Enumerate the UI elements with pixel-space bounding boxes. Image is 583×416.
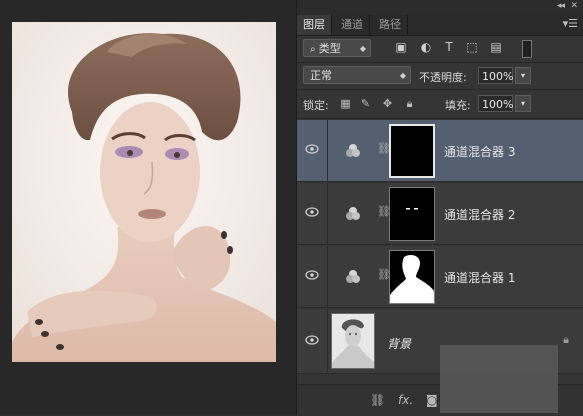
lock-position-icon[interactable]: ✥ [381,97,394,110]
adjustment-filter-icon[interactable]: ◐ [417,38,435,56]
portrait-thumbnail-image [332,319,374,368]
collapse-panel-icon[interactable]: ◂◂ [557,1,565,11]
opacity-dropdown-icon[interactable]: ▾ [515,67,531,84]
fill-input[interactable]: 100% [478,95,513,112]
image-filter-icon[interactable]: ▣ [392,38,410,56]
channel-mixer-icon [346,270,360,283]
channel-mixer-icon [346,207,360,220]
panel-header-bar: ◂◂ ✕ [297,0,583,15]
channel-mixer-icon [346,144,360,157]
panel-tabs: 图层 通道 路径 ▾☰ [297,15,583,36]
smart-object-filter-icon[interactable]: ▤ [487,38,505,56]
add-mask-icon[interactable]: ◙ [426,393,438,407]
filter-kind-select[interactable]: ⌕ 类型 ◆ [303,39,371,57]
lock-all-icon[interactable]: 🔒︎ [403,97,416,110]
opacity-input[interactable]: 100% [478,67,513,84]
eye-icon[interactable] [305,335,319,345]
portrait-photo [12,22,276,362]
mask-eye-marks [406,208,418,210]
portrait-image [12,22,276,362]
close-panel-icon[interactable]: ✕ [570,1,578,11]
tab-layers[interactable]: 图层 [297,15,332,35]
layer-name: 通道混合器 2 [444,208,516,222]
layer-mask-thumbnail[interactable] [389,187,435,241]
layer-name: 通道混合器 1 [444,271,516,285]
tab-channels[interactable]: 通道 [335,15,370,35]
type-filter-icon[interactable]: T [440,38,458,56]
lock-fill-row: 锁定: ▦ ✎ ✥ 🔒︎ 填充: 100% ▾ [297,90,583,119]
lock-icon: 🔒︎ [563,333,569,346]
layer-name: 通道混合器 3 [444,145,516,159]
search-icon: ⌕ [310,44,319,55]
link-layers-icon[interactable]: ⛓ [370,393,385,407]
eye-icon[interactable] [305,144,319,154]
blend-mode-value: 正常 [310,69,332,82]
chevron-updown-icon: ◆ [359,44,366,53]
background-thumbnail[interactable] [331,313,375,369]
layer-row-channel-mixer-3[interactable]: ⛓ 通道混合器 3 [297,120,583,182]
eye-icon[interactable] [305,270,319,280]
chevron-updown-icon: ◆ [399,71,406,80]
shape-filter-icon[interactable]: ⬚ [463,38,481,56]
tab-paths[interactable]: 路径 [373,15,408,35]
fill-label: 填充: [445,99,471,112]
blend-opacity-row: 正常 ◆ 不透明度: 100% ▾ [297,63,583,90]
layer-name: 背景 [387,337,412,351]
panel-menu-icon[interactable]: ▾☰ [563,17,578,30]
opacity-label: 不透明度: [419,71,467,84]
lock-transparent-icon[interactable]: ▦ [339,97,352,110]
lock-image-icon[interactable]: ✎ [359,97,372,110]
layer-row-channel-mixer-1[interactable]: ⛓ 通道混合器 1 [297,246,583,308]
mask-silhouette [390,255,434,303]
lock-label: 锁定: [303,99,329,112]
filter-kind-label: 类型 [318,42,341,55]
layer-row-channel-mixer-2[interactable]: ⛓ 通道混合器 2 [297,183,583,245]
layer-filter-row: ⌕ 类型 ◆ ▣ ◐ T ⬚ ▤ [297,36,583,63]
document-canvas[interactable] [0,0,296,415]
layer-mask-thumbnail[interactable] [389,124,435,178]
overlay-block [440,345,558,413]
fx-icon[interactable]: fx. [398,393,413,407]
blend-mode-select[interactable]: 正常 ◆ [303,66,411,84]
filter-toggle-icon[interactable] [522,40,532,58]
fill-dropdown-icon[interactable]: ▾ [515,95,531,112]
layer-mask-thumbnail[interactable] [389,250,435,304]
eye-icon[interactable] [305,207,319,217]
